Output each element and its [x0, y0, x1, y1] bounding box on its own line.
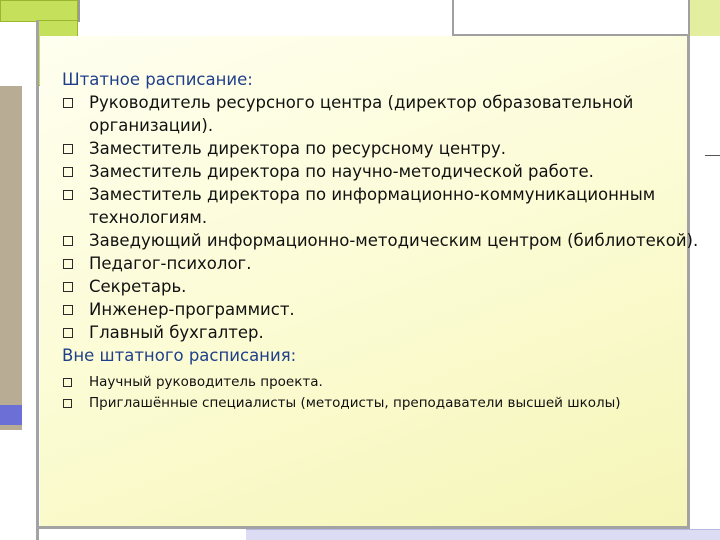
- square-bullet-icon: [63, 399, 72, 408]
- list-item-text: Заместитель директора по научно-методиче…: [89, 162, 594, 181]
- list-item: Педагог-психолог.: [62, 252, 702, 275]
- top-right-green-block: [688, 0, 720, 36]
- slide: Штатное расписание: Руководитель ресурсн…: [0, 0, 720, 540]
- list-item-text: Заместитель директора по ресурсному цент…: [89, 139, 506, 158]
- nonstaff-list: Научный руководитель проекта. Приглашённ…: [62, 372, 702, 413]
- list-item-text: Заведующий информационно-методическим це…: [89, 231, 699, 250]
- bottom-lavender-strip: [246, 529, 720, 540]
- square-bullet-icon: [63, 167, 73, 177]
- left-tan-strip: [0, 86, 22, 430]
- list-item-text: Инженер-программист.: [89, 300, 295, 319]
- top-left-divider: [78, 0, 80, 22]
- slide-content: Штатное расписание: Руководитель ресурсн…: [62, 68, 702, 413]
- nonstaff-heading: Вне штатного расписания:: [62, 346, 297, 365]
- list-item-text: Приглашённые специалисты (методисты, пре…: [89, 395, 621, 411]
- top-right-frame-block: [452, 0, 690, 36]
- list-item-text: Педагог-психолог.: [89, 254, 252, 273]
- list-item: Секретарь.: [62, 275, 702, 298]
- square-bullet-icon: [63, 98, 73, 108]
- square-bullet-icon: [63, 282, 73, 292]
- list-item: Приглашённые специалисты (методисты, пре…: [62, 393, 702, 413]
- square-bullet-icon: [63, 236, 73, 246]
- list-item: Заведующий информационно-методическим це…: [62, 229, 702, 252]
- list-item-text: Заместитель директора по информационно-к…: [89, 185, 656, 227]
- list-item: Заместитель директора по информационно-к…: [62, 183, 702, 229]
- list-item-text: Научный руководитель проекта.: [89, 374, 323, 390]
- square-bullet-icon: [63, 259, 73, 269]
- square-bullet-icon: [63, 378, 72, 387]
- staff-heading: Штатное расписание:: [62, 70, 253, 89]
- list-item-text: Руководитель ресурсного центра (директор…: [89, 93, 634, 135]
- list-item-text: Секретарь.: [89, 277, 187, 296]
- list-item: Научный руководитель проекта.: [62, 372, 702, 392]
- list-item: Инженер-программист.: [62, 298, 702, 321]
- list-item: Главный бухгалтер.: [62, 321, 702, 344]
- top-left-green-block: [0, 0, 78, 22]
- list-item: Заместитель директора по ресурсному цент…: [62, 137, 702, 160]
- list-item: Заместитель директора по научно-методиче…: [62, 160, 702, 183]
- square-bullet-icon: [63, 328, 73, 338]
- list-item: Руководитель ресурсного центра (директор…: [62, 91, 702, 137]
- list-item-text: Главный бухгалтер.: [89, 323, 264, 342]
- square-bullet-icon: [63, 190, 73, 200]
- staff-list: Руководитель ресурсного центра (директор…: [62, 91, 702, 344]
- left-blue-block: [0, 405, 22, 425]
- square-bullet-icon: [63, 305, 73, 315]
- right-tick-line: [705, 155, 720, 156]
- left-frame-line: [36, 20, 39, 540]
- square-bullet-icon: [63, 144, 73, 154]
